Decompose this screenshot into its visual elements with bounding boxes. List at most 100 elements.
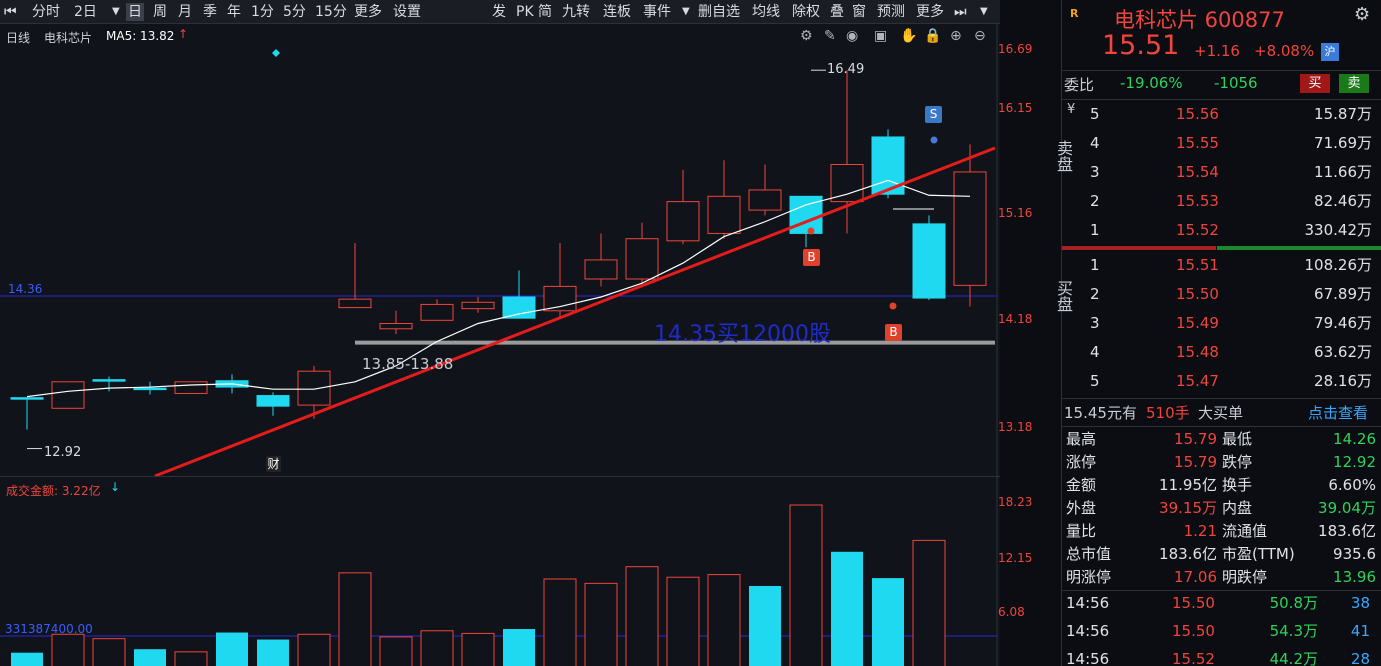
- divider: [1062, 398, 1381, 399]
- stat-label: 明跌停: [1222, 568, 1268, 586]
- simple-button[interactable]: 简: [538, 3, 552, 21]
- stat-value: 14.26: [1333, 430, 1376, 448]
- candle-body: [584, 259, 618, 280]
- tab-fenshi[interactable]: 分时: [32, 3, 60, 21]
- tab-year[interactable]: 年: [227, 3, 241, 21]
- tick-price: 15.50: [1172, 594, 1215, 612]
- vol-y-tick-label: 18.23: [998, 495, 1033, 509]
- volume-bar: [789, 504, 823, 666]
- settings-button[interactable]: 设置: [393, 3, 421, 21]
- volume-bar: [174, 651, 208, 666]
- tick-time: 14:56: [1066, 650, 1110, 666]
- kline-chart[interactable]: 日线 电科芯片 MA5: 13.82 ↑ ⚙ ✎ ◉ ▣ ✋ 🔒 ⊕ ⊖ 14.…: [0, 24, 1032, 476]
- order-book-row[interactable]: 3 15.49 79.46万: [1062, 312, 1381, 335]
- candle-body: [174, 381, 208, 394]
- candle-body: [338, 298, 372, 309]
- tab-month[interactable]: 月: [178, 3, 192, 21]
- order-book-row[interactable]: 1 15.51 108.26万: [1062, 254, 1381, 277]
- high-price-label: 16.49: [827, 62, 865, 77]
- tab-15min[interactable]: 15分: [315, 3, 347, 21]
- events-button[interactable]: 事件: [643, 3, 671, 21]
- order-book-row[interactable]: 2 15.50 67.89万: [1062, 283, 1381, 306]
- overlay-button[interactable]: 叠: [830, 3, 844, 21]
- stats-row: 金额 11.95亿 换手 6.60%: [1062, 474, 1381, 497]
- stat-value: 13.96: [1333, 568, 1376, 586]
- tab-2day[interactable]: 2日: [74, 3, 97, 21]
- stat-label: 外盘: [1066, 499, 1097, 517]
- order-level: 3: [1090, 314, 1100, 332]
- stat-label: 量比: [1066, 522, 1097, 540]
- sell-button[interactable]: 卖: [1339, 74, 1369, 93]
- volume-chart[interactable]: 成交金额: 3.22亿 ↓ 331387400.00 18.23 12.15 6…: [0, 476, 1032, 666]
- order-volume: 28.16万: [1314, 372, 1372, 390]
- back-to-start-icon[interactable]: ⏮: [4, 3, 17, 21]
- ex-rights-button[interactable]: 除权: [792, 3, 820, 21]
- window-button[interactable]: 窗: [852, 3, 866, 21]
- pk-button[interactable]: PK: [516, 3, 534, 21]
- tab-week[interactable]: 周: [153, 3, 167, 21]
- tick-time: 14:56: [1066, 622, 1110, 640]
- financial-report-badge[interactable]: 财: [266, 456, 281, 472]
- chevron-down-icon[interactable]: ▼: [112, 3, 120, 21]
- y-tick-label: 13.18: [998, 420, 1033, 434]
- volume-bar: [543, 578, 577, 666]
- hline-price-label: 14.36: [8, 282, 43, 296]
- chevron-down-icon[interactable]: ▼: [980, 3, 988, 21]
- order-price: 15.52: [1176, 221, 1219, 239]
- forward-to-end-icon[interactable]: ⏭: [954, 3, 967, 21]
- order-book-row[interactable]: 4 15.55 71.69万: [1062, 132, 1381, 155]
- order-price: 15.49: [1176, 314, 1219, 332]
- tab-season[interactable]: 季: [203, 3, 217, 21]
- order-price: 15.54: [1176, 163, 1219, 181]
- more-tools-button[interactable]: 更多: [916, 3, 944, 21]
- buy-signal-badge[interactable]: B: [885, 324, 902, 341]
- more-periods-button[interactable]: 更多: [354, 3, 382, 21]
- y-tick-label: 14.18: [998, 312, 1033, 326]
- stats-row: 总市值 183.6亿 市盈(TTM) 935.6: [1062, 543, 1381, 566]
- buy-signal-badge[interactable]: B: [803, 249, 820, 266]
- volume-bar: [625, 566, 659, 666]
- tab-day[interactable]: 日: [126, 3, 144, 21]
- order-book-row[interactable]: 3 15.54 11.66万: [1062, 161, 1381, 184]
- order-book-row[interactable]: 5 15.56 15.87万: [1062, 103, 1381, 126]
- order-book-row[interactable]: 4 15.48 63.62万: [1062, 341, 1381, 364]
- candle-body: [256, 395, 290, 407]
- tick-row: 14:56 15.50 54.3万 41: [1062, 620, 1381, 643]
- divider: [1062, 99, 1381, 100]
- weibi-pct: -19.06%: [1120, 74, 1183, 92]
- order-book-row[interactable]: 5 15.47 28.16万: [1062, 370, 1381, 393]
- tick-count: 28: [1350, 650, 1370, 666]
- volume-bar: [11, 652, 43, 666]
- big-order-link[interactable]: 点击查看: [1308, 402, 1368, 423]
- volume-bar: [379, 636, 413, 666]
- stat-value: 183.6亿: [1159, 545, 1217, 563]
- volume-svg: [0, 477, 998, 666]
- jiuzhuan-button[interactable]: 九转: [562, 3, 590, 21]
- order-price: 15.53: [1176, 192, 1219, 210]
- buy-button[interactable]: 买: [1300, 74, 1330, 93]
- settings-gear-icon[interactable]: ⚙: [1354, 4, 1370, 25]
- sell-signal-dot: [930, 136, 938, 144]
- tab-1min[interactable]: 1分: [251, 3, 274, 21]
- ma-button[interactable]: 均线: [752, 3, 780, 21]
- lianban-button[interactable]: 连板: [603, 3, 631, 21]
- candle-body: [461, 301, 495, 310]
- sell-signal-badge[interactable]: S: [925, 106, 942, 123]
- volume-bar: [503, 629, 535, 666]
- support-range-label: 13.85-13.88: [362, 355, 454, 373]
- delete-watchlist-button[interactable]: 删自选: [698, 3, 740, 21]
- forecast-button[interactable]: 预测: [877, 3, 905, 21]
- order-book-row[interactable]: 1 15.52 330.42万: [1062, 219, 1381, 242]
- chevron-down-icon[interactable]: ▼: [682, 3, 690, 21]
- order-price: 15.50: [1176, 285, 1219, 303]
- stats-row: 量比 1.21 流通值 183.6亿: [1062, 520, 1381, 543]
- big-order-hands: 510手: [1146, 404, 1190, 422]
- volume-bar: [92, 638, 126, 666]
- stock-logo-icon: R: [1070, 7, 1079, 20]
- publish-button[interactable]: 发: [492, 3, 506, 21]
- stat-value: 11.95亿: [1159, 476, 1217, 494]
- order-book-row[interactable]: 2 15.53 82.46万: [1062, 190, 1381, 213]
- tab-5min[interactable]: 5分: [283, 3, 306, 21]
- stat-label: 最高: [1066, 430, 1097, 448]
- stat-label: 金额: [1066, 476, 1097, 494]
